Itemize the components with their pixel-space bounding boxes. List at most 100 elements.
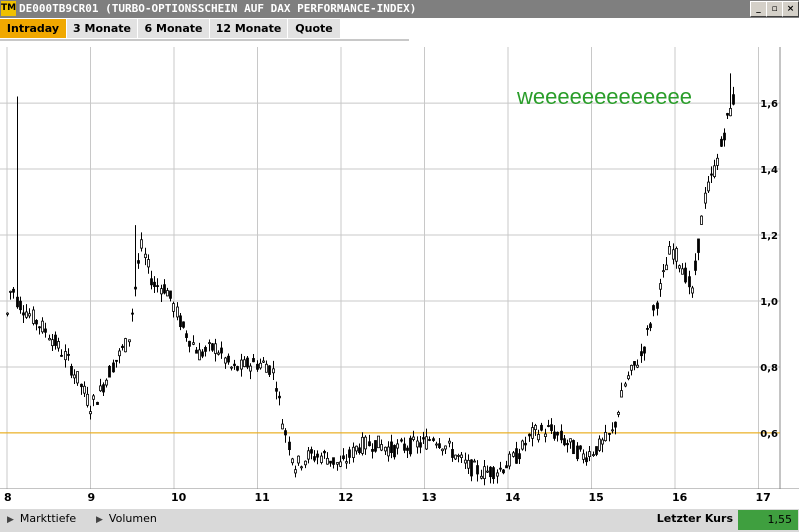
x-tick-label: 17 [755, 491, 771, 504]
candle-body [384, 446, 387, 452]
candle-body [726, 113, 729, 116]
candle-body [425, 436, 428, 450]
candle-body [518, 453, 521, 460]
candle-body [547, 425, 550, 427]
candle-body [720, 138, 723, 147]
candle-body [438, 443, 441, 449]
candle-body [470, 459, 473, 477]
candle-body [297, 455, 300, 464]
candle-body [166, 290, 169, 297]
candle-body [374, 440, 377, 452]
candle-body [326, 457, 329, 465]
candle-body [700, 215, 703, 225]
candle-body [656, 302, 659, 309]
candle-body [307, 450, 310, 460]
candle-body [435, 443, 438, 446]
candle-body [358, 447, 361, 454]
tab-quote[interactable]: Quote [288, 19, 341, 38]
candle-body [630, 364, 633, 371]
minimize-button[interactable]: _ [750, 1, 767, 17]
markttiefe-link[interactable]: ▶ Markttiefe [7, 512, 76, 525]
candle-body [716, 157, 719, 166]
candle-body [524, 442, 527, 446]
candle-body [393, 445, 396, 458]
candle-body [460, 454, 463, 459]
candle-body [140, 239, 143, 249]
candle-body [614, 421, 617, 428]
candle-body [448, 440, 451, 444]
candle-body [732, 94, 735, 105]
candle-body [390, 441, 393, 454]
candle-body [416, 440, 419, 448]
candle-body [681, 268, 684, 275]
candle-body [694, 260, 697, 271]
candle-body [643, 346, 646, 354]
tab-3-monate[interactable]: 3 Monate [67, 19, 138, 38]
candle-body [192, 342, 195, 345]
candle-body [563, 438, 566, 446]
candle-body [54, 334, 57, 346]
candle-body [348, 449, 351, 458]
candle-body [480, 475, 483, 479]
candle-body [467, 459, 470, 469]
candle-body [204, 347, 207, 352]
candle-body [272, 368, 275, 374]
candle-body [329, 460, 332, 464]
volumen-link[interactable]: ▶ Volumen [96, 512, 157, 525]
candle-body [22, 312, 25, 316]
candle-body [32, 309, 35, 324]
candle-body [310, 449, 313, 454]
candle-body [278, 395, 281, 399]
letzter-kurs-label: Letzter Kurs [656, 512, 733, 525]
candle-body [380, 444, 383, 451]
candle-body [377, 435, 380, 449]
x-tick-label: 16 [672, 491, 688, 504]
candle-body [396, 443, 399, 449]
candle-body [675, 248, 678, 262]
candle-body [707, 181, 710, 192]
candle-body [118, 350, 121, 357]
candle-body [323, 450, 326, 454]
candle-body [521, 440, 524, 450]
candle-body [336, 462, 339, 465]
candle-body [400, 439, 403, 442]
candle-body [236, 366, 239, 371]
candle-body [646, 328, 649, 330]
candlestick-series [6, 73, 735, 486]
candle-body [211, 343, 214, 351]
volumen-label: Volumen [108, 512, 157, 525]
candle-body [144, 253, 147, 258]
candle-body [288, 441, 291, 451]
tab-12-monate[interactable]: 12 Monate [210, 19, 288, 38]
candle-body [150, 278, 153, 286]
y-axis-labels: 0,6 0,8 1,0 1,2 1,4 1,6 [760, 99, 778, 440]
candle-body [665, 264, 668, 271]
title-bar: TM DE000TB9CR01 (TURBO-OPTIONSSCHEIN AUF… [0, 0, 799, 18]
candle-body [582, 453, 585, 460]
candle-body [406, 447, 409, 451]
tab-intraday[interactable]: Intraday [0, 19, 67, 38]
close-button[interactable]: × [782, 1, 799, 17]
candle-body [476, 465, 479, 475]
candle-body [688, 276, 691, 288]
candle-body [387, 446, 390, 457]
candle-body [368, 441, 371, 447]
candle-body [352, 446, 355, 459]
candle-body [444, 445, 447, 450]
candle-body [537, 434, 540, 441]
restore-button[interactable]: ▫ [766, 1, 783, 17]
x-tick-label: 13 [421, 491, 437, 504]
candle-body [361, 436, 364, 454]
candle-body [364, 436, 367, 450]
candle-body [569, 438, 572, 443]
candle-body [540, 424, 543, 431]
candle-body [156, 285, 159, 287]
candle-body [342, 455, 345, 460]
candle-body [208, 342, 211, 345]
tab-6-monate[interactable]: 6 Monate [138, 19, 210, 38]
candle-body [668, 246, 671, 255]
candle-body [588, 451, 591, 457]
markttiefe-label: Markttiefe [19, 512, 77, 525]
letzter-kurs-value: 1,55 [738, 510, 798, 530]
candle-body [224, 357, 227, 364]
